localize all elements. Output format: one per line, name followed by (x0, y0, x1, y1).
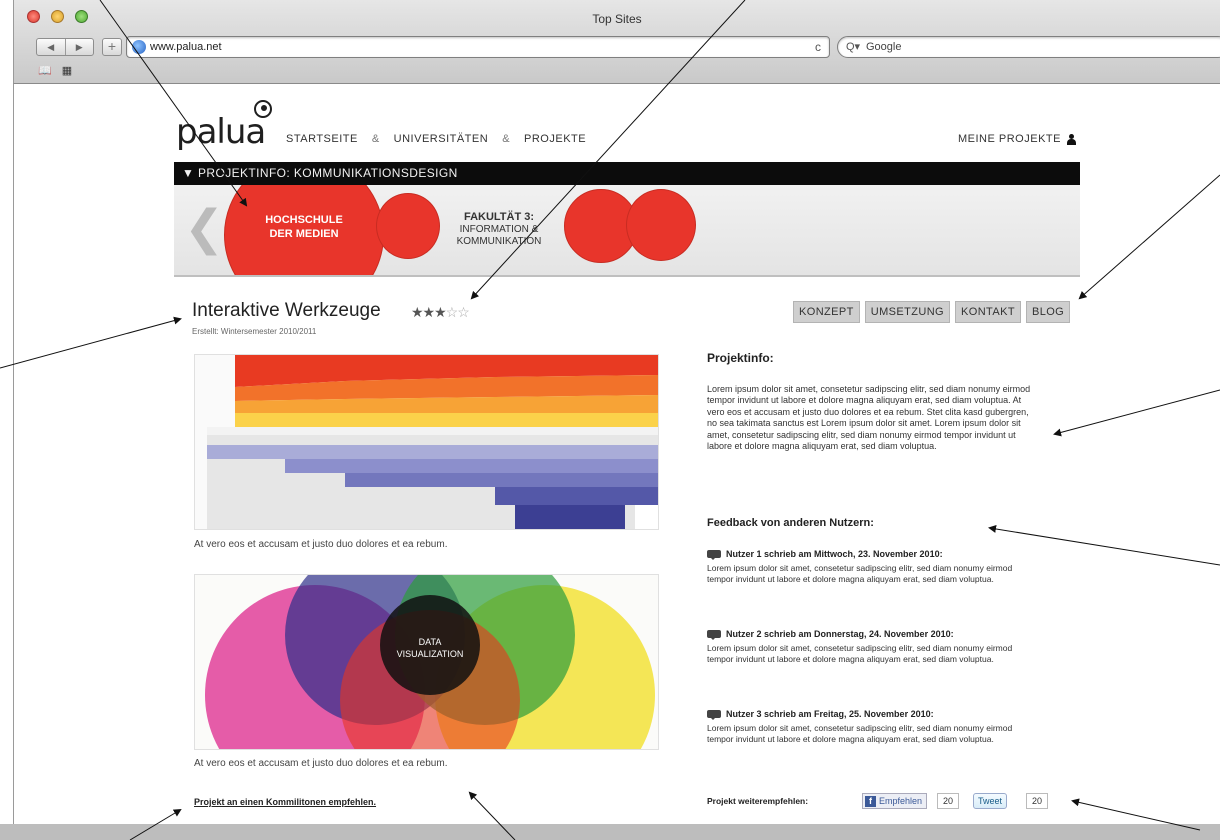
nav-item-projects[interactable]: PROJEKTE (524, 133, 586, 145)
empty-star-icon: ☆☆ (445, 304, 470, 320)
facebook-icon: f (865, 795, 876, 807)
comment: Nutzer 1 schrieb am Mittwoch, 23. Novemb… (707, 549, 1017, 584)
nav-separator: & (502, 133, 511, 145)
facebook-recommend-button[interactable]: f Empfehlen (862, 793, 928, 809)
nav-separator: & (371, 133, 380, 145)
tab-kontakt[interactable]: KONTAKT (955, 301, 1021, 323)
comment-text: Lorem ipsum dolor sit amet, consetetur s… (707, 643, 1013, 664)
browser-chrome: Top Sites ◀ ▶ + www.palua.net c Q▾ Googl… (13, 0, 1220, 84)
forward-button[interactable]: ▶ (66, 39, 94, 55)
image-caption: At vero eos et accusam et justo duo dolo… (194, 539, 448, 550)
search-placeholder: Google (866, 41, 902, 53)
reload-icon[interactable]: c (815, 40, 821, 54)
site-logo[interactable]: palua (176, 112, 266, 152)
logo-mark-icon (254, 100, 272, 118)
created-date: Erstellt: Wintersemester 2010/2011 (192, 327, 317, 336)
address-text: www.palua.net (150, 41, 222, 53)
nav-item-start[interactable]: STARTSEITE (286, 133, 358, 145)
tab-umsetzung[interactable]: UMSETZUNG (864, 301, 951, 323)
share-label: Projekt weiterempfehlen: (707, 796, 809, 806)
project-image-stacked-chart[interactable] (194, 354, 659, 530)
faculty-line2: KOMMUNIKATION (456, 236, 542, 247)
add-bookmark-button[interactable]: + (102, 38, 122, 56)
school-name: HOCHSCHULE DER MEDIEN (244, 213, 364, 241)
tab-blog[interactable]: BLOG (1025, 301, 1071, 323)
comment-author: Nutzer 2 schrieb am Donnerstag, 24. Nove… (726, 629, 954, 639)
decor-circle (376, 193, 440, 259)
recommend-project-link[interactable]: Projekt an einen Kommilitonen empfehlen. (194, 797, 376, 807)
window-title: Top Sites (592, 12, 642, 26)
filled-star-icon: ★★★ (411, 304, 447, 320)
my-projects-label: MEINE PROJEKTE (958, 133, 1061, 145)
faculty-title: FAKULTÄT 3: (463, 211, 535, 223)
comment-author: Nutzer 3 schrieb am Freitag, 25. Novembe… (726, 709, 934, 719)
venn-center-label-2: VISUALIZATION (397, 649, 464, 659)
comment-bubble-icon (707, 630, 721, 640)
school-name-line1: HOCHSCHULE (265, 214, 343, 226)
comment-text: Lorem ipsum dolor sit amet, consetetur s… (707, 723, 1013, 744)
comment-author: Nutzer 1 schrieb am Mittwoch, 23. Novemb… (726, 549, 943, 559)
bookmarks-bar: 📖 ▦ (38, 64, 72, 77)
back-button[interactable]: ◀ (37, 39, 66, 55)
project-info-text: Lorem ipsum dolor sit amet, consetetur s… (707, 384, 1031, 452)
project-tabs: KONZEPT UMSETZUNG KONTAKT BLOG (793, 301, 1071, 323)
comment-bubble-icon (707, 550, 721, 560)
facebook-count: 20 (937, 793, 960, 809)
tweet-count: 20 (1026, 793, 1049, 809)
facebook-label: Empfehlen (879, 796, 923, 806)
rating-stars[interactable]: ★★★☆☆ (411, 304, 470, 321)
tab-konzept[interactable]: KONZEPT (793, 301, 860, 323)
faculty-circle[interactable] (626, 189, 696, 261)
project-info-heading: Projektinfo: (707, 351, 774, 365)
history-nav: ◀ ▶ (36, 38, 94, 56)
project-image-venn[interactable]: DATA VISUALIZATION (194, 574, 659, 750)
search-icon: Q▾ (846, 41, 861, 53)
tweet-button[interactable]: Tweet (973, 793, 1008, 809)
feedback-heading: Feedback von anderen Nutzern: (707, 517, 874, 529)
school-name-line2: DER MEDIEN (269, 228, 339, 240)
venn-center-label-1: DATA (419, 637, 442, 647)
my-projects-link[interactable]: MEINE PROJEKTE (958, 133, 1076, 145)
project-title: Interaktive Werkzeuge (192, 300, 381, 321)
image-caption: At vero eos et accusam et justo duo dolo… (194, 758, 448, 769)
top-sites-icon[interactable]: ▦ (62, 64, 72, 77)
status-bar (0, 824, 1220, 840)
search-field[interactable]: Q▾ Google (837, 36, 1220, 58)
site-globe-icon (132, 40, 146, 54)
project-info-bar[interactable]: ▼ PROJEKTINFO: KOMMUNIKATIONSDESIGN (174, 162, 1080, 185)
banner-prev-arrow-icon[interactable]: ❮ (184, 205, 224, 253)
user-icon (1066, 133, 1076, 145)
comment: Nutzer 3 schrieb am Freitag, 25. Novembe… (707, 709, 1017, 744)
faculty-line1: INFORMATION & (459, 224, 539, 235)
reading-list-icon[interactable]: 📖 (38, 64, 52, 77)
comment-text: Lorem ipsum dolor sit amet, consetetur s… (707, 563, 1013, 584)
university-banner: ❮ HOCHSCHULE DER MEDIEN FAKULTÄT 3: INFO… (174, 185, 1080, 277)
venn-visual: DATA VISUALIZATION (205, 575, 655, 749)
comment: Nutzer 2 schrieb am Donnerstag, 24. Nove… (707, 629, 1017, 664)
address-bar[interactable]: www.palua.net c (126, 36, 830, 58)
main-nav: STARTSEITE & UNIVERSITÄTEN & PROJEKTE (286, 133, 586, 145)
nav-item-universities[interactable]: UNIVERSITÄTEN (394, 133, 489, 145)
stacked-visual (207, 355, 658, 529)
faculty-name: FAKULTÄT 3: INFORMATION & KOMMUNIKATION (444, 211, 554, 248)
comment-bubble-icon (707, 710, 721, 720)
